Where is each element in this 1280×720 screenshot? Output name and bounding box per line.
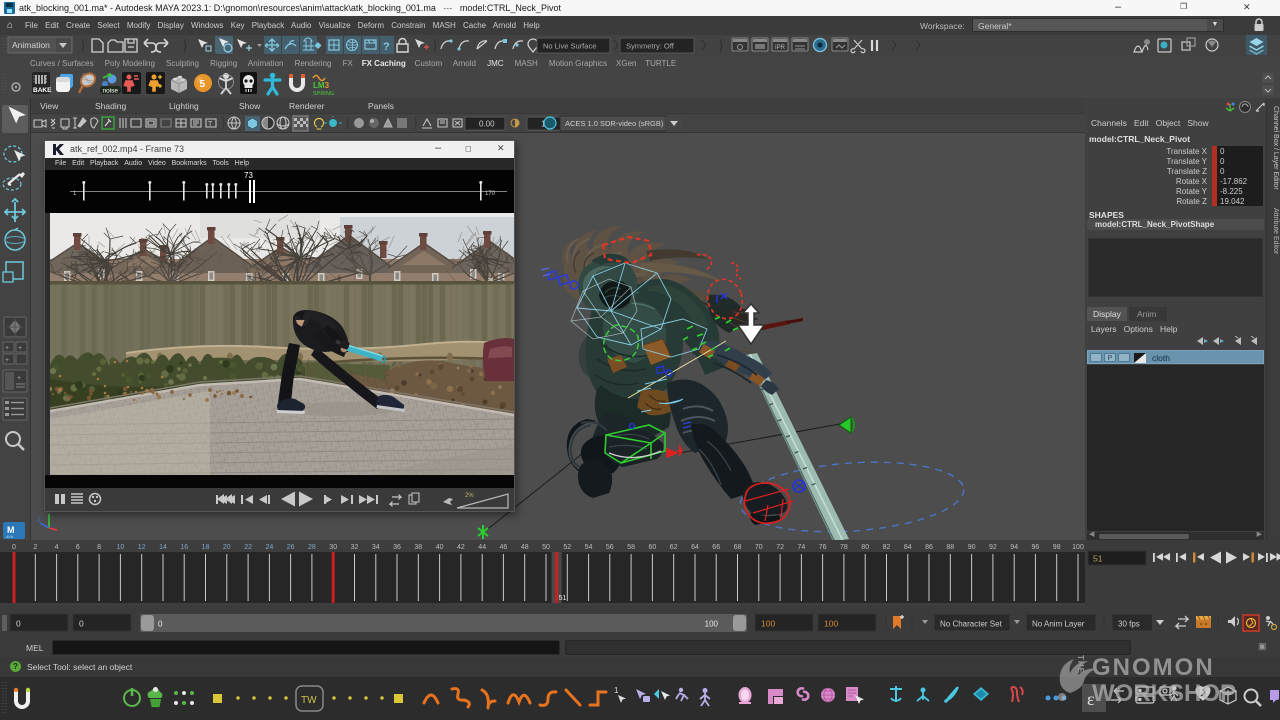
svg-text:24: 24	[266, 544, 274, 551]
svg-text:22: 22	[244, 544, 252, 551]
svg-text:84: 84	[904, 544, 912, 551]
svg-text:Z: Z	[37, 518, 41, 524]
svg-text:96: 96	[1032, 544, 1040, 551]
svg-text:86: 86	[925, 544, 933, 551]
svg-text:74: 74	[798, 544, 806, 551]
svg-text:IPR: IPR	[775, 45, 786, 51]
svg-text:THE: THE	[1076, 655, 1085, 674]
svg-text:50: 50	[542, 544, 550, 551]
svg-text:16: 16	[180, 544, 188, 551]
svg-text:8: 8	[97, 544, 101, 551]
svg-text:6: 6	[76, 544, 80, 551]
svg-text:64: 64	[691, 544, 699, 551]
svg-text:0: 0	[158, 620, 163, 629]
svg-text:52: 52	[563, 544, 571, 551]
svg-text:58: 58	[627, 544, 635, 551]
svg-text:0: 0	[12, 544, 16, 551]
svg-text:51: 51	[559, 595, 567, 602]
svg-text:68: 68	[734, 544, 742, 551]
svg-text:GNOMON: GNOMON	[1092, 654, 1215, 681]
svg-text:88: 88	[946, 544, 954, 551]
svg-text:78: 78	[840, 544, 848, 551]
svg-text:36: 36	[393, 544, 401, 551]
svg-text:10: 10	[117, 544, 125, 551]
svg-text:BAKE: BAKE	[33, 87, 52, 94]
svg-text:90: 90	[968, 544, 976, 551]
svg-text:34: 34	[372, 544, 380, 551]
svg-text:14: 14	[159, 544, 167, 551]
svg-text:76: 76	[819, 544, 827, 551]
svg-text:62: 62	[670, 544, 678, 551]
svg-text:+: +	[5, 345, 9, 352]
svg-text:70: 70	[755, 544, 763, 551]
svg-text:82: 82	[883, 544, 891, 551]
svg-text:48: 48	[521, 544, 529, 551]
svg-text:72: 72	[776, 544, 784, 551]
svg-text:SPRING: SPRING	[313, 91, 334, 97]
svg-text:20: 20	[223, 544, 231, 551]
svg-text:170: 170	[485, 191, 496, 197]
svg-text:1: 1	[614, 686, 619, 695]
svg-text:46: 46	[500, 544, 508, 551]
svg-text:28: 28	[308, 544, 316, 551]
svg-text:32: 32	[351, 544, 359, 551]
svg-text:2%: 2%	[465, 493, 474, 499]
svg-text:100: 100	[824, 619, 838, 629]
svg-text:44: 44	[478, 544, 486, 551]
svg-text:No Live Surface: No Live Surface	[543, 42, 596, 51]
svg-text:+: +	[5, 357, 9, 364]
svg-text:26: 26	[287, 544, 295, 551]
svg-text:No Anim Layer: No Anim Layer	[1032, 620, 1085, 629]
svg-text:2: 2	[33, 544, 37, 551]
svg-text:56: 56	[606, 544, 614, 551]
svg-text:ACES 1.0 SDR-video (sRGB): ACES 1.0 SDR-video (sRGB)	[565, 119, 664, 128]
svg-text:12: 12	[138, 544, 146, 551]
svg-text:92: 92	[989, 544, 997, 551]
svg-text:Animation: Animation	[12, 40, 50, 50]
svg-text:40: 40	[436, 544, 444, 551]
svg-text:80: 80	[861, 544, 869, 551]
svg-text:+: +	[18, 345, 22, 352]
svg-text:5: 5	[200, 79, 206, 90]
svg-text:100: 100	[1072, 544, 1084, 551]
svg-text:54: 54	[585, 544, 593, 551]
svg-text:0: 0	[16, 619, 21, 629]
svg-text:0.00: 0.00	[479, 120, 495, 129]
svg-text:?: ?	[383, 41, 390, 53]
svg-text:T: T	[208, 121, 213, 128]
svg-text:38: 38	[414, 544, 422, 551]
svg-text:30: 30	[329, 544, 337, 551]
svg-text:TW: TW	[301, 695, 317, 706]
svg-text:LM3: LM3	[313, 81, 330, 90]
svg-text:66: 66	[712, 544, 720, 551]
svg-text:60: 60	[649, 544, 657, 551]
svg-text:73: 73	[244, 171, 253, 180]
svg-text:No Character Set: No Character Set	[940, 620, 1003, 629]
svg-text:0: 0	[79, 619, 84, 629]
svg-text:30 fps: 30 fps	[1118, 620, 1140, 629]
svg-text:4: 4	[55, 544, 59, 551]
svg-text:100: 100	[761, 619, 775, 629]
svg-text:94: 94	[1010, 544, 1018, 551]
svg-text:Symmetry: Off: Symmetry: Off	[626, 42, 675, 51]
svg-text:100: 100	[705, 620, 719, 629]
svg-text:42: 42	[457, 544, 465, 551]
svg-text:98: 98	[1053, 544, 1061, 551]
svg-text:18: 18	[202, 544, 210, 551]
svg-text:+: +	[17, 375, 21, 382]
svg-text:noise: noise	[103, 88, 119, 95]
svg-text:WORKSHOP: WORKSHOP	[1092, 680, 1236, 707]
svg-text:51: 51	[1093, 554, 1103, 564]
svg-text:AYA: AYA	[6, 534, 14, 539]
